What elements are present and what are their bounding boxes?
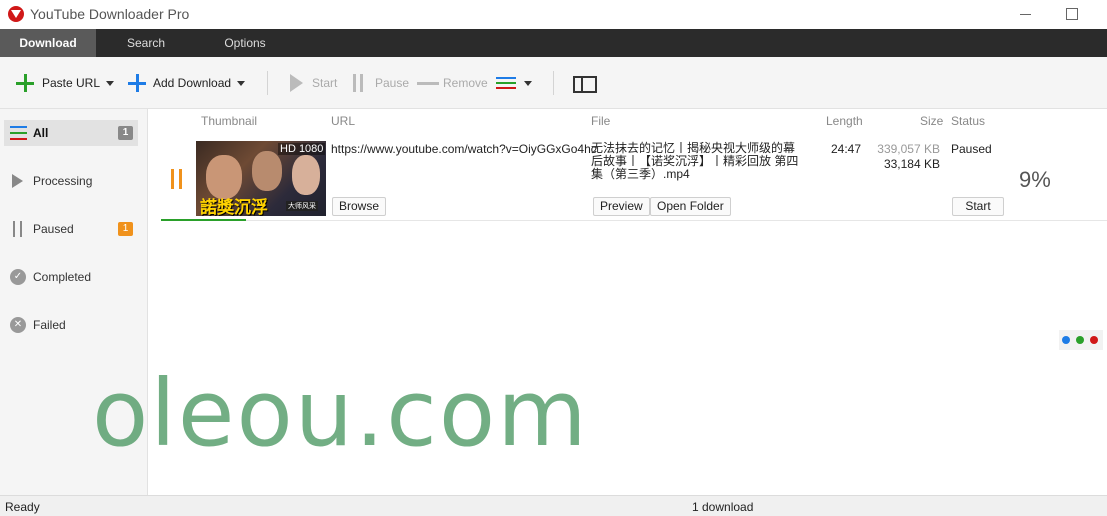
blue-dot-icon bbox=[1062, 336, 1070, 344]
size-downloaded: 33,184 KB bbox=[883, 157, 940, 171]
sidebar-item-all[interactable]: All 1 bbox=[4, 120, 138, 146]
maximize-button[interactable] bbox=[1058, 4, 1084, 24]
plus-icon bbox=[128, 74, 146, 92]
progress-bar bbox=[161, 219, 246, 221]
add-download-dropdown-icon[interactable] bbox=[237, 81, 245, 86]
download-url: https://www.youtube.com/watch?v=OiyGGxGo… bbox=[331, 142, 597, 156]
size-total: 339,057 KB bbox=[877, 142, 940, 156]
sidebar-item-failed[interactable]: ✕ Failed bbox=[4, 312, 138, 338]
app-logo-icon bbox=[8, 6, 24, 22]
watermark: oleou.com bbox=[92, 360, 589, 467]
window-title: YouTube Downloader Pro bbox=[30, 6, 190, 22]
add-download-label: Add Download bbox=[153, 76, 232, 90]
sidebar-item-completed[interactable]: ✓ Completed bbox=[4, 264, 138, 290]
status-bar: Ready 1 download bbox=[0, 495, 1107, 516]
pause-icon bbox=[12, 221, 24, 237]
paste-url-dropdown-icon[interactable] bbox=[106, 81, 114, 86]
count-badge: 1 bbox=[118, 126, 133, 140]
column-header-size[interactable]: Size bbox=[920, 114, 943, 128]
browse-button[interactable]: Browse bbox=[332, 197, 387, 216]
preview-button[interactable]: Preview bbox=[593, 197, 650, 216]
color-dots-indicator bbox=[1059, 330, 1103, 350]
column-header-length[interactable]: Length bbox=[826, 114, 863, 128]
pause-label: Pause bbox=[375, 76, 410, 90]
start-download-button[interactable]: Start bbox=[952, 197, 1004, 216]
column-header-file[interactable]: File bbox=[591, 114, 610, 128]
start-label: Start bbox=[312, 76, 338, 90]
video-thumbnail: HD 1080 諾獎沉浮 大师风采 bbox=[196, 141, 326, 216]
sidebar-layout-icon bbox=[573, 76, 597, 93]
play-icon bbox=[290, 74, 303, 92]
minus-icon bbox=[417, 82, 439, 85]
toggle-panel-button[interactable] bbox=[573, 71, 599, 95]
sidebar-item-label: Completed bbox=[33, 270, 92, 284]
open-folder-button[interactable]: Open Folder bbox=[650, 197, 731, 216]
remove-label: Remove bbox=[443, 76, 488, 90]
tab-options[interactable]: Options bbox=[196, 29, 294, 57]
red-dot-icon bbox=[1090, 336, 1098, 344]
column-header-url[interactable]: URL bbox=[331, 114, 355, 128]
chevron-down-icon bbox=[524, 81, 532, 86]
sidebar-item-label: Processing bbox=[33, 174, 93, 188]
video-length: 24:47 bbox=[831, 142, 862, 156]
list-icon bbox=[10, 125, 27, 140]
title-bar: YouTube Downloader Pro bbox=[0, 0, 1107, 29]
sidebar-item-label: Paused bbox=[33, 222, 74, 236]
status-ready: Ready bbox=[5, 500, 40, 514]
tab-download[interactable]: Download bbox=[0, 29, 96, 57]
tab-search[interactable]: Search bbox=[96, 29, 196, 57]
column-header-thumbnail[interactable]: Thumbnail bbox=[201, 114, 257, 128]
list-options-button[interactable] bbox=[496, 71, 536, 95]
x-circle-icon: ✕ bbox=[10, 317, 26, 333]
progress-percent: 9% bbox=[1019, 167, 1051, 192]
sidebar-item-processing[interactable]: Processing bbox=[4, 168, 138, 194]
download-filename: 无法抹去的记忆丨揭秘央视大师级的幕后故事丨【诺奖沉浮】丨精彩回放 第四集（第三季… bbox=[591, 141, 799, 181]
quality-badge: HD 1080 bbox=[278, 143, 326, 155]
color-list-icon bbox=[496, 77, 516, 90]
download-count: 1 download bbox=[692, 500, 754, 514]
plus-icon bbox=[16, 74, 34, 92]
thumbnail-subcaption: 大师风采 bbox=[286, 201, 318, 211]
sidebar-item-label: Failed bbox=[33, 318, 66, 332]
thumbnail-caption: 諾獎沉浮 bbox=[200, 198, 268, 216]
sidebar-item-paused[interactable]: Paused 1 bbox=[4, 216, 138, 242]
pause-icon bbox=[352, 74, 364, 92]
count-badge: 1 bbox=[118, 222, 133, 236]
check-circle-icon: ✓ bbox=[10, 269, 26, 285]
toolbar-divider bbox=[267, 71, 268, 95]
green-dot-icon bbox=[1076, 336, 1084, 344]
toolbar: Paste URL Add Download Start Pause Remov… bbox=[0, 57, 1107, 109]
main-tab-bar: Download Search Options bbox=[0, 29, 1107, 57]
status-badge: Paused bbox=[951, 142, 992, 156]
sidebar-item-label: All bbox=[33, 126, 49, 140]
pause-icon[interactable] bbox=[170, 169, 184, 189]
table-row[interactable]: HD 1080 諾獎沉浮 大师风采 https://www.youtube.co… bbox=[161, 139, 1107, 221]
minimize-button[interactable] bbox=[1013, 4, 1039, 24]
column-header-status[interactable]: Status bbox=[951, 114, 985, 128]
toolbar-divider bbox=[553, 71, 554, 95]
paste-url-label: Paste URL bbox=[42, 76, 101, 90]
play-icon bbox=[12, 174, 23, 188]
